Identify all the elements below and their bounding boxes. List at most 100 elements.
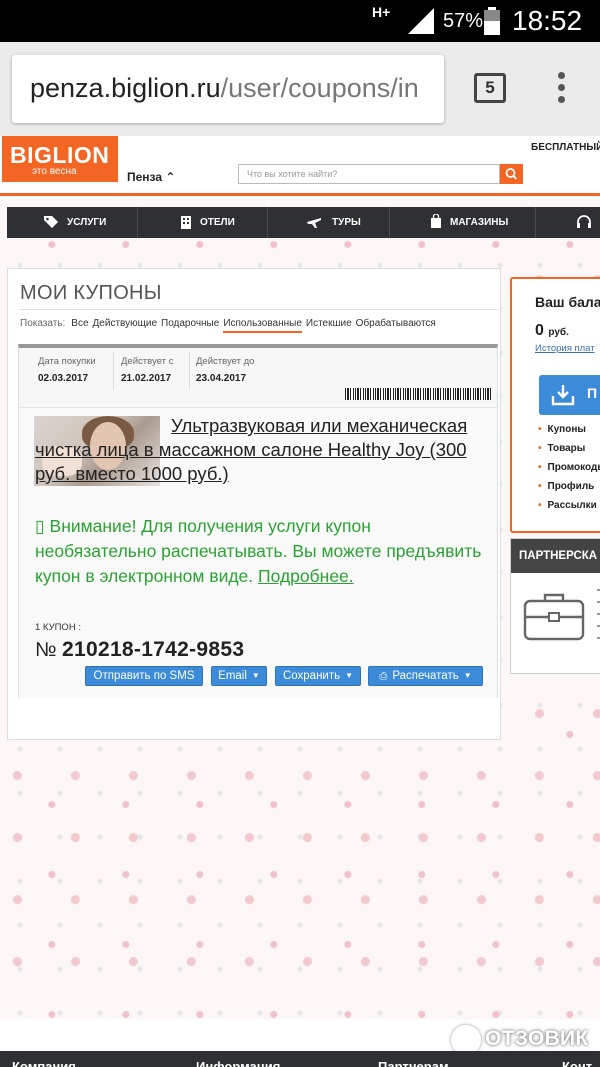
balance-value: 0 руб. [535, 322, 569, 340]
email-button[interactable]: Email ▼ [211, 666, 267, 686]
coupon-card: Дата покупки 02.03.2017 Действует с 21.0… [18, 344, 498, 698]
logo-text: BIGLION [10, 142, 110, 168]
menu-item-promocodes[interactable]: Промокоды [538, 462, 600, 481]
hotel-icon [181, 216, 191, 229]
coupon-header: Дата покупки 02.03.2017 Действует с 21.0… [19, 348, 497, 408]
purchase-date-label: Дата покупки [38, 356, 96, 367]
search-icon [505, 168, 518, 180]
footer-link-company[interactable]: Компания [12, 1059, 76, 1067]
main-nav: УСЛУГИ ОТЕЛИ ТУРЫ МАГАЗИНЫ [7, 207, 600, 238]
balance-title: Ваш бала [535, 294, 600, 310]
battery-percent: 57% [443, 10, 484, 32]
chevron-up-icon: ⌃ [165, 170, 176, 184]
url-bar[interactable]: penza.biglion.ru/user/coupons/in [12, 55, 444, 123]
download-icon [551, 385, 575, 406]
valid-to-label: Действует до [196, 356, 255, 367]
nav-item-hotels[interactable]: ОТЕЛИ [138, 207, 268, 238]
print-label: Распечатать [392, 670, 459, 682]
send-sms-button[interactable]: Отправить по SMS [85, 666, 203, 686]
caret-down-icon: ▼ [251, 671, 260, 680]
nav-label: МАГАЗИНЫ [450, 217, 509, 228]
save-label: Сохранить [282, 670, 341, 682]
url-path: /user/coupons/in [220, 73, 419, 103]
search-input[interactable]: Что вы хотите найти? [238, 164, 500, 184]
phone-icon: ▯ [35, 516, 45, 536]
divider [189, 352, 190, 390]
status-bar: H+ 57% 18:52 [0, 0, 600, 42]
coupon-count: 1 КУПОН : [35, 622, 81, 633]
email-label: Email [218, 670, 247, 682]
filter-expired[interactable]: Истекшие [306, 318, 352, 329]
city-selector[interactable]: Пенза ⌃ [127, 170, 175, 184]
site-footer: Компания Информация Партнерам Конт [0, 1051, 600, 1067]
valid-from-value: 21.02.2017 [121, 373, 172, 384]
valid-to-value: 23.04.2017 [196, 373, 247, 384]
menu-item-coupons[interactable]: Купоны [538, 424, 600, 443]
nav-item-tours[interactable]: ТУРЫ [268, 207, 390, 238]
caret-down-icon: ▼ [345, 671, 354, 680]
menu-item-profile[interactable]: Профиль [538, 481, 600, 500]
filter-processing[interactable]: Обрабатываются [356, 318, 436, 329]
partner-title: ПАРТНЕРСКА [511, 539, 600, 573]
menu-item-mailings[interactable]: Рассылки [538, 500, 600, 519]
filter-label: Показать: [20, 318, 66, 329]
caret-down-icon: ▼ [463, 671, 472, 680]
number-value: 210218-1742-9853 [62, 638, 245, 661]
filter-gift[interactable]: Подарочные [161, 318, 219, 329]
footer-link-contacts[interactable]: Конт [562, 1059, 592, 1067]
footer-link-info[interactable]: Информация [196, 1059, 280, 1067]
coupon-body: Ультразвуковая или механическая чистка л… [19, 408, 497, 698]
tag-icon [44, 216, 58, 228]
more-link[interactable]: Подробнее. [258, 566, 354, 586]
filter-used[interactable]: Использованные [223, 318, 302, 333]
footer-link-partners[interactable]: Партнерам [378, 1059, 449, 1067]
nav-label: ОТЕЛИ [200, 217, 235, 228]
clock: 18:52 [512, 5, 583, 36]
top-up-label: П [587, 385, 598, 401]
printer-icon: ⎙ [379, 671, 388, 682]
logo[interactable]: BIGLION это весна [2, 136, 118, 182]
nav-item-services[interactable]: УСЛУГИ [7, 207, 138, 238]
number-prefix: № [35, 639, 57, 661]
signal-icon [408, 8, 434, 34]
account-menu: Купоны Товары Промокоды Профиль Рассылки [538, 424, 600, 519]
plane-icon [307, 218, 321, 228]
nav-item-shops[interactable]: МАГАЗИНЫ [390, 207, 536, 238]
save-button[interactable]: Сохранить ▼ [275, 666, 361, 686]
top-up-button[interactable]: П [539, 375, 600, 415]
balance-unit: руб. [548, 327, 569, 338]
partner-widget: ПАРТНЕРСКА [510, 538, 600, 674]
overflow-menu-icon[interactable] [556, 72, 566, 106]
valid-to: Действует до 23.04.2017 [196, 356, 254, 384]
watermark-text: ОТЗОВИК [485, 1027, 589, 1050]
balance-widget: Ваш бала 0 руб. История плат П Купоны То… [510, 277, 600, 533]
valid-from-label: Действует с [121, 356, 174, 367]
menu-item-goods[interactable]: Товары [538, 443, 600, 462]
balance-amount: 0 [535, 322, 544, 339]
deal-title-link[interactable]: Ультразвуковая или механическая чистка л… [35, 414, 475, 486]
briefcase-icon [523, 593, 585, 641]
barcode [345, 388, 491, 400]
shopping-bag-icon [431, 214, 441, 228]
headphones-icon [577, 215, 591, 228]
nav-label: ТУРЫ [332, 217, 361, 228]
divider [113, 352, 114, 390]
filter-all[interactable]: Все [71, 318, 88, 329]
tab-switcher-button[interactable]: 5 [474, 73, 506, 103]
nav-item-support[interactable] [536, 207, 600, 238]
city-label: Пенза [127, 170, 163, 184]
page-title: МОИ КУПОНЫ [20, 282, 162, 304]
battery-icon [484, 7, 500, 35]
notice-text: ▯ Внимание! Для получения услуги купон н… [35, 514, 485, 589]
payment-history-link[interactable]: История плат [535, 343, 595, 354]
deal-title-text: Ультразвуковая или механическая чистка л… [35, 415, 468, 484]
filter-active[interactable]: Действующие [93, 318, 157, 329]
coupon-filters: Показать: Все Действующие Подарочные Использ… [20, 318, 440, 333]
print-button[interactable]: ⎙ Распечатать ▼ [368, 666, 483, 686]
browser-toolbar: penza.biglion.ru/user/coupons/in 5 [0, 42, 600, 136]
url-host: penza.biglion.ru [30, 73, 221, 103]
purchase-date-value: 02.03.2017 [38, 373, 89, 384]
search-button[interactable] [500, 164, 523, 184]
nav-label: УСЛУГИ [67, 217, 107, 228]
top-link[interactable]: БЕСПЛАТНЫЙ З [531, 142, 600, 153]
